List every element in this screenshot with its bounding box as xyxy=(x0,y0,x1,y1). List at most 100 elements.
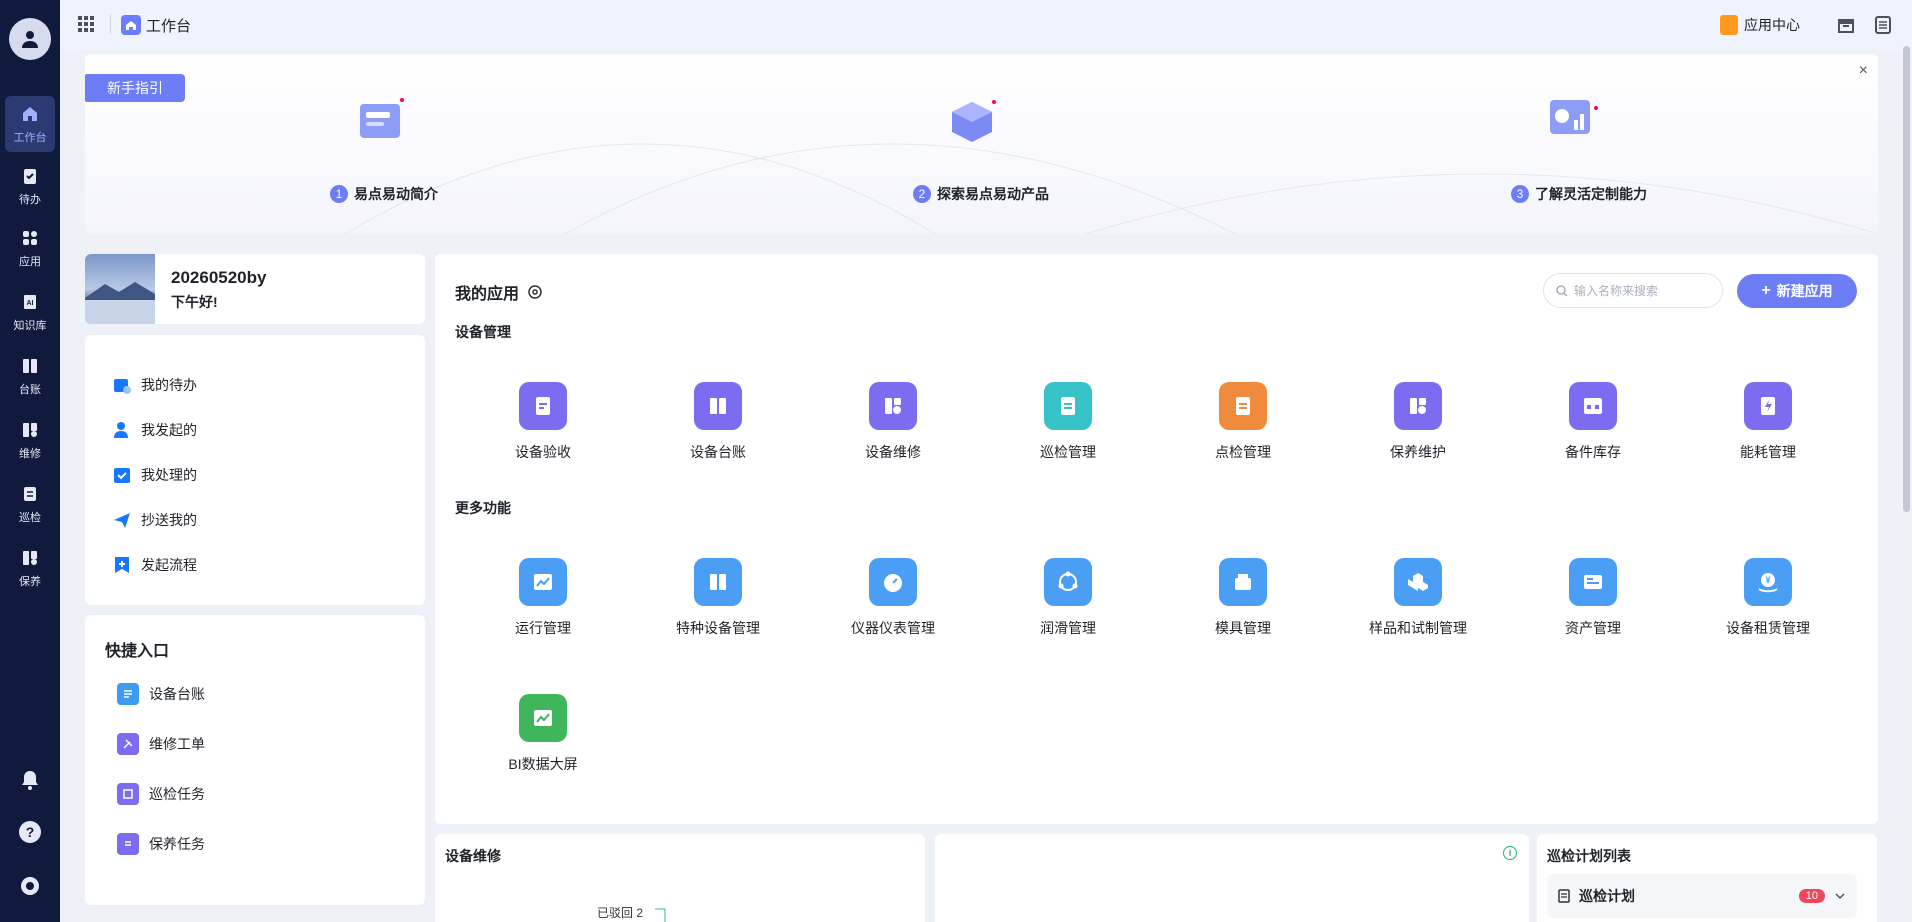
app-equipment-acceptance[interactable]: 设备验收 xyxy=(473,382,613,462)
todo-item-cc[interactable]: 抄送我的 xyxy=(113,510,197,530)
guide-step-2[interactable]: 2 探索易点易动产品 xyxy=(913,184,1049,204)
app-sample-trial[interactable]: 样品和试制管理 xyxy=(1348,558,1488,638)
document-icon xyxy=(1558,889,1570,903)
plan-list-title: 巡检计划列表 xyxy=(1547,848,1631,864)
app-lubrication-management[interactable]: 润滑管理 xyxy=(998,558,1138,638)
rail-item-workbench[interactable]: 工作台 xyxy=(5,96,55,152)
app-energy-management[interactable]: 能耗管理 xyxy=(1698,382,1838,462)
app-equipment-ledger[interactable]: 设备台账 xyxy=(648,382,788,462)
chevron-down-icon[interactable] xyxy=(1833,889,1847,903)
quick-item-maintenance-task[interactable]: 保养任务 xyxy=(117,833,205,855)
new-app-button[interactable]: + 新建应用 xyxy=(1737,274,1857,308)
page-scrollbar[interactable] xyxy=(1903,46,1910,512)
app-spot-check-management[interactable]: 点检管理 xyxy=(1173,382,1313,462)
plan-row[interactable]: 巡检计划 10 xyxy=(1547,874,1857,918)
app-maintenance[interactable]: 保养维护 xyxy=(1348,382,1488,462)
user-name: 20260520by xyxy=(171,268,267,287)
gauge-icon xyxy=(869,558,917,606)
app-label: 特种设备管理 xyxy=(676,620,760,636)
maintenance-icon xyxy=(23,550,37,565)
svg-text:¥: ¥ xyxy=(1765,575,1770,585)
archive-icon[interactable] xyxy=(1837,16,1855,34)
svg-text:AI: AI xyxy=(27,300,34,307)
line-chart-icon xyxy=(519,558,567,606)
rail-item-repair[interactable]: 维修 xyxy=(5,412,55,468)
rail-item-todo[interactable]: 待办 xyxy=(5,158,55,214)
avatar-person-icon xyxy=(22,31,38,48)
app-label: 设备验收 xyxy=(515,444,571,460)
app-operation-management[interactable]: 运行管理 xyxy=(473,558,613,638)
app-instrument-management[interactable]: 仪器仪表管理 xyxy=(823,558,963,638)
app-label: 设备维修 xyxy=(865,444,921,460)
quick-item-repair-order[interactable]: 维修工单 xyxy=(117,733,205,755)
todo-label: 发起流程 xyxy=(141,557,197,573)
search-input[interactable] xyxy=(1574,283,1714,298)
app-search-box[interactable] xyxy=(1543,273,1723,308)
gear-icon[interactable] xyxy=(527,284,543,300)
help-icon[interactable]: ? xyxy=(18,820,42,844)
special-equipment-icon xyxy=(694,558,742,606)
app-label: 仪器仪表管理 xyxy=(851,620,935,636)
todo-label: 我的待办 xyxy=(141,377,197,393)
todo-item-my-todo[interactable]: 我的待办 xyxy=(113,375,197,395)
app-inspection-management[interactable]: 巡检管理 xyxy=(998,382,1138,462)
guide-step-3[interactable]: 3 了解灵活定制能力 xyxy=(1511,184,1647,204)
app-label: 运行管理 xyxy=(515,620,571,636)
mold-box-icon xyxy=(1219,558,1267,606)
repair-icon xyxy=(869,382,917,430)
rail-item-maintenance[interactable]: 保养 xyxy=(5,540,55,596)
app-center-label: 应用中心 xyxy=(1744,17,1800,33)
settings-icon[interactable] xyxy=(18,874,42,898)
app-grid-icon[interactable] xyxy=(78,16,94,32)
step-label: 易点易动简介 xyxy=(354,186,438,202)
app-center-button[interactable]: 应用中心 xyxy=(1720,15,1800,35)
send-icon xyxy=(114,513,130,528)
app-bi-dashboard[interactable]: BI数据大屏 xyxy=(473,694,613,774)
step-number: 2 xyxy=(913,185,931,203)
clipboard-icon xyxy=(519,382,567,430)
info-icon[interactable]: i xyxy=(1503,846,1517,860)
step-label: 了解灵活定制能力 xyxy=(1535,186,1647,202)
app-equipment-repair[interactable]: 设备维修 xyxy=(823,382,963,462)
app-special-equipment[interactable]: 特种设备管理 xyxy=(648,558,788,638)
app-equipment-rental[interactable]: ¥ 设备租赁管理 xyxy=(1698,558,1838,638)
clipboard-check-icon xyxy=(24,168,36,184)
document-list-icon[interactable] xyxy=(1874,16,1892,34)
topbar-divider xyxy=(110,14,111,34)
rail-label: 保养 xyxy=(19,575,41,588)
repair-stats-card: 设备维修 已驳回 2 xyxy=(435,834,925,922)
rail-label: 维修 xyxy=(19,447,41,460)
app-label: 保养维护 xyxy=(1390,444,1446,460)
flow-add-icon xyxy=(115,557,129,573)
onboarding-guide-banner: 新手指引 × 1 易点易动简介 2 探索易点易动产品 3 了解灵活定制能力 xyxy=(85,54,1878,234)
todo-item-handled[interactable]: 我处理的 xyxy=(113,465,197,485)
todo-item-start-flow[interactable]: 发起流程 xyxy=(113,555,197,575)
app-label: BI数据大屏 xyxy=(508,756,578,772)
chart-connector-line xyxy=(655,908,666,922)
workbench-home-icon xyxy=(121,15,141,35)
product-cube-illustration-icon xyxy=(952,100,996,142)
section-title-more: 更多功能 xyxy=(455,500,511,516)
quick-entry-title: 快捷入口 xyxy=(105,643,170,660)
rail-item-ledger[interactable]: 台账 xyxy=(5,348,55,404)
rail-item-apps[interactable]: 应用 xyxy=(5,220,55,276)
todo-item-initiated[interactable]: 我发起的 xyxy=(113,420,197,440)
app-spare-parts[interactable]: 备件库存 xyxy=(1523,382,1663,462)
user-cover-image xyxy=(85,254,155,324)
close-icon[interactable]: × xyxy=(1859,62,1868,80)
guide-tag: 新手指引 xyxy=(85,74,185,102)
bell-icon[interactable] xyxy=(18,768,42,792)
app-asset-management[interactable]: 资产管理 xyxy=(1523,558,1663,638)
quick-label: 维修工单 xyxy=(149,736,205,752)
app-label: 设备台账 xyxy=(690,444,746,460)
app-mold-management[interactable]: 模具管理 xyxy=(1173,558,1313,638)
guide-step-1[interactable]: 1 易点易动简介 xyxy=(330,184,438,204)
checklist-icon xyxy=(117,783,139,805)
search-icon xyxy=(1556,284,1568,297)
rail-item-inspection[interactable]: 巡检 xyxy=(5,476,55,532)
quick-item-ledger[interactable]: 设备台账 xyxy=(117,683,205,705)
intro-illustration-icon xyxy=(360,98,404,138)
user-avatar[interactable] xyxy=(9,18,51,60)
rail-item-knowledge[interactable]: AI 知识库 xyxy=(5,284,55,340)
quick-item-inspection-task[interactable]: 巡检任务 xyxy=(117,783,205,805)
